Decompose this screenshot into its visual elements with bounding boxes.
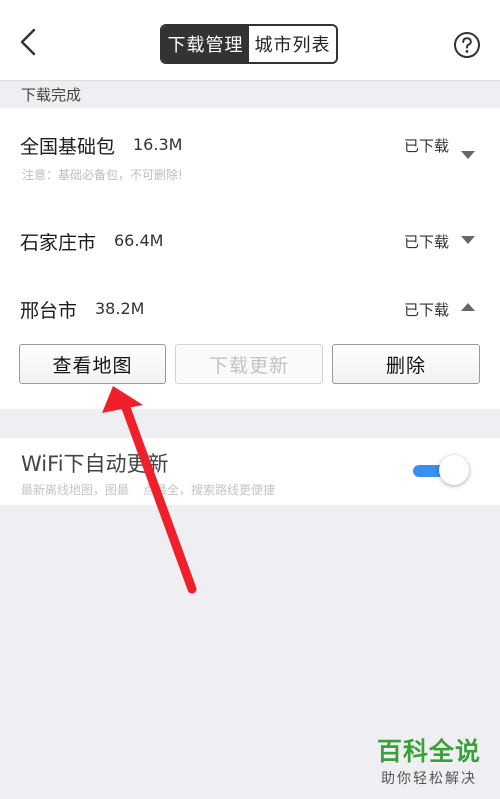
package-name[interactable]: 邢台市 [20, 296, 77, 323]
wifi-auto-update-label: WiFi下自动更新 [21, 452, 169, 476]
chevron-left-icon [20, 28, 36, 56]
help-button[interactable] [453, 31, 481, 59]
toggle-knob [439, 455, 469, 485]
section-title-downloaded: 下载完成 [21, 86, 82, 104]
wifi-desc-part1: 最新离线地图，图最 [21, 483, 130, 497]
watermark-logo: 百科全说 助你轻松解决 [370, 732, 488, 792]
watermark-title: 百科全说 [376, 737, 481, 766]
back-button[interactable] [14, 26, 42, 58]
package-name[interactable]: 石家庄市 [20, 228, 96, 255]
delete-button[interactable]: 删除 [332, 344, 480, 384]
package-status: 已下载 [404, 233, 450, 251]
package-size: 38.2M [95, 299, 145, 318]
caret-down-icon[interactable] [460, 150, 476, 160]
download-update-button[interactable]: 下载更新 [175, 344, 323, 384]
tab-download-manager[interactable]: 下载管理 [162, 26, 249, 62]
package-status: 已下载 [404, 137, 450, 155]
download-manager-screen: 下载管理 城市列表 下载完成 全国基础包 16.3M 已下载 注意：基础必备包，… [0, 0, 500, 799]
wifi-auto-update-toggle[interactable] [413, 454, 473, 488]
package-status: 已下载 [404, 301, 450, 319]
segmented-control: 下载管理 城市列表 [160, 24, 338, 64]
package-note: 注意：基础必备包，不可删除! [22, 168, 183, 182]
package-size: 66.4M [114, 231, 164, 250]
package-name[interactable]: 全国基础包 [20, 132, 115, 159]
caret-down-icon[interactable] [460, 235, 476, 245]
wifi-auto-update-description: 最新离线地图，图最 点最全，搜索路线更便捷 [21, 481, 275, 498]
help-icon [454, 32, 480, 58]
watermark-subtitle: 助你轻松解决 [381, 771, 477, 787]
tab-city-list[interactable]: 城市列表 [249, 26, 336, 62]
wifi-auto-update-row: WiFi下自动更新 最新离线地图，图最 点最全，搜索路线更便捷 [0, 438, 500, 505]
top-nav-bar: 下载管理 城市列表 [0, 0, 500, 81]
wifi-desc-part2: 点最全，搜索路线更便捷 [143, 483, 276, 497]
caret-up-icon[interactable] [460, 302, 476, 312]
view-map-button[interactable]: 查看地图 [19, 344, 166, 384]
package-size: 16.3M [133, 135, 183, 154]
